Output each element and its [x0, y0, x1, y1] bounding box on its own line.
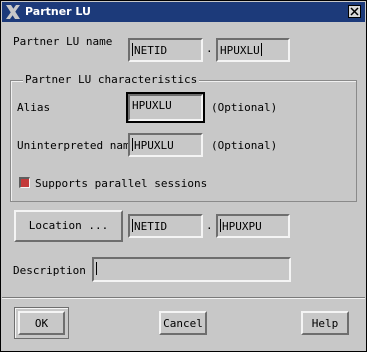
alias-field[interactable]: HPUXLU: [126, 92, 205, 123]
x-logo-icon: [6, 5, 20, 19]
alias-optional-hint: (Optional): [211, 101, 278, 114]
close-button[interactable]: [348, 5, 361, 18]
partner-lu-name-label: Partner LU name: [13, 35, 113, 48]
description-label: Description: [13, 264, 86, 277]
help-button[interactable]: Help: [301, 311, 349, 335]
partner-lu-lu-field[interactable]: HPUXLU: [216, 38, 290, 62]
name-separator-dot: .: [206, 42, 213, 55]
alias-value: HPUXLU: [132, 99, 172, 112]
location-network-field[interactable]: NETID: [128, 214, 203, 238]
partner-lu-network-field[interactable]: NETID: [128, 38, 203, 62]
partner-lu-lu-value: HPUXLU: [220, 44, 260, 57]
partner-lu-dialog: Partner LU Partner LU name NETID . HPUXL…: [0, 0, 367, 352]
characteristics-group-label: Partner LU characteristics: [23, 73, 200, 86]
uninterpreted-optional-hint: (Optional): [211, 139, 278, 152]
partner-lu-network-value: NETID: [134, 44, 168, 57]
parallel-sessions-label[interactable]: Supports parallel sessions: [35, 177, 207, 190]
location-separator-dot: .: [206, 219, 213, 232]
location-button[interactable]: Location ...: [14, 210, 123, 242]
ok-button[interactable]: OK: [18, 311, 65, 335]
description-field[interactable]: [92, 257, 291, 282]
location-cp-value: HPUXPU: [222, 220, 262, 233]
uninterpreted-name-field[interactable]: HPUXLU: [128, 133, 203, 157]
close-icon: [350, 7, 359, 16]
uninterpreted-name-value: HPUXLU: [134, 139, 174, 152]
uninterpreted-name-label: Uninterpreted name: [17, 139, 137, 152]
cancel-button[interactable]: Cancel: [159, 311, 207, 335]
location-network-value: NETID: [134, 220, 168, 233]
window-title: Partner LU: [25, 5, 91, 18]
alias-label: Alias: [17, 101, 51, 114]
parallel-sessions-checkbox[interactable]: [19, 177, 30, 188]
button-separator: [2, 297, 365, 299]
title-bar[interactable]: Partner LU: [2, 2, 365, 22]
location-cp-field[interactable]: HPUXPU: [216, 214, 290, 238]
